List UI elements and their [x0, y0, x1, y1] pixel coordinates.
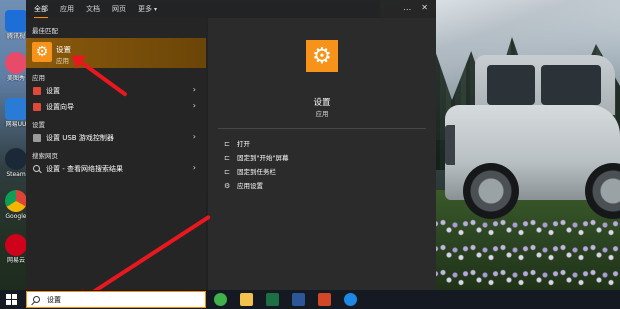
taskbar	[0, 290, 620, 309]
chevron-right-icon[interactable]: ›	[193, 85, 196, 94]
search-filter-tabs: 全部 应用 文档 网页 更多 ▾ … ✕	[26, 0, 436, 19]
action-open[interactable]: ⊏ 打开	[224, 138, 250, 148]
chevron-down-icon: ▾	[154, 6, 158, 13]
netease-music-icon	[5, 234, 27, 256]
excel-icon[interactable]	[266, 293, 279, 306]
windows-start-icon[interactable]	[6, 294, 17, 305]
app-item-label: 设置	[46, 87, 60, 95]
open-icon: ⊏	[224, 140, 230, 148]
action-label: 打开	[237, 140, 250, 148]
settings-item-usb-controller[interactable]: 设置 USB 游戏控制器 ›	[26, 131, 206, 145]
tab-web[interactable]: 网页	[112, 2, 126, 16]
steam-icon	[5, 148, 27, 170]
word-icon[interactable]	[292, 293, 305, 306]
uu-accelerator-icon	[5, 98, 27, 120]
start-menu: 全部 应用 文档 网页 更多 ▾ … ✕ 最佳匹配 ⚙ 设置 应用 应用 设置 ›…	[26, 0, 436, 290]
best-match-settings[interactable]: ⚙ 设置 应用	[26, 38, 206, 68]
chevron-right-icon[interactable]: ›	[193, 132, 196, 141]
search-results-pane: 最佳匹配 ⚙ 设置 应用 应用 设置 › 设置向导 › 设置 设置 USB 游戏…	[26, 18, 206, 290]
download-icon[interactable]	[344, 293, 357, 306]
app-item-setup-wizard[interactable]: 设置向导 ›	[26, 100, 206, 114]
close-icon[interactable]: ✕	[421, 3, 428, 12]
tab-more-label: 更多	[138, 5, 152, 13]
section-best-match: 最佳匹配	[32, 27, 58, 35]
file-explorer-icon[interactable]	[240, 293, 253, 306]
chevron-right-icon[interactable]: ›	[193, 101, 196, 110]
section-settings: 设置	[32, 121, 45, 129]
preview-subtitle: 应用	[315, 110, 329, 118]
section-web: 搜索网页	[32, 152, 58, 160]
best-match-title: 设置	[56, 45, 71, 54]
gear-icon: ⚙	[32, 42, 52, 62]
tab-documents[interactable]: 文档	[86, 2, 100, 16]
search-icon	[33, 296, 40, 303]
action-pin-start[interactable]: ⊏ 固定到"开始"屏幕	[224, 152, 288, 162]
chrome-icon	[5, 190, 27, 212]
chevron-right-icon[interactable]: ›	[193, 163, 196, 172]
action-app-settings[interactable]: ⚙ 应用设置	[224, 180, 263, 190]
web-item-search[interactable]: 设置 - 查看网络搜索结果 ›	[26, 162, 206, 176]
action-label: 固定到任务栏	[237, 168, 276, 176]
pin-start-icon: ⊏	[224, 154, 230, 162]
tab-apps[interactable]: 应用	[60, 2, 74, 16]
search-input[interactable]	[47, 294, 197, 306]
action-label: 固定到"开始"屏幕	[237, 154, 289, 162]
meitu-icon	[5, 52, 27, 74]
app-settings-icon: ⚙	[224, 182, 231, 190]
tab-all[interactable]: 全部	[34, 2, 48, 19]
settings-item-label: 设置 USB 游戏控制器	[46, 134, 114, 142]
wallpaper-suv	[445, 55, 620, 235]
action-pin-taskbar[interactable]: ⊏ 固定到任务栏	[224, 166, 276, 176]
gear-icon: ⚙	[306, 40, 338, 72]
web-item-label: 设置 - 查看网络搜索结果	[46, 165, 123, 173]
tab-more[interactable]: 更多 ▾	[138, 2, 157, 16]
taskbar-search-box[interactable]	[26, 291, 206, 308]
preview-pane: ⚙ 设置 应用 ⊏ 打开 ⊏ 固定到"开始"屏幕 ⊏ 固定到任务栏 ⚙ 应用设置	[208, 18, 436, 290]
search-icon	[33, 165, 41, 173]
app-icon	[33, 87, 41, 95]
divider	[218, 128, 426, 129]
app-item-label: 设置向导	[46, 103, 74, 111]
section-apps: 应用	[32, 74, 45, 82]
preview-title: 设置	[313, 98, 331, 108]
more-options-icon[interactable]: …	[403, 3, 411, 12]
powerpoint-icon[interactable]	[318, 293, 331, 306]
pin-taskbar-icon: ⊏	[224, 168, 230, 176]
app-icon	[33, 103, 41, 111]
wechat-icon[interactable]	[214, 293, 227, 306]
controller-icon	[33, 134, 41, 142]
action-label: 应用设置	[237, 182, 263, 190]
tencent-video-icon	[5, 10, 27, 32]
